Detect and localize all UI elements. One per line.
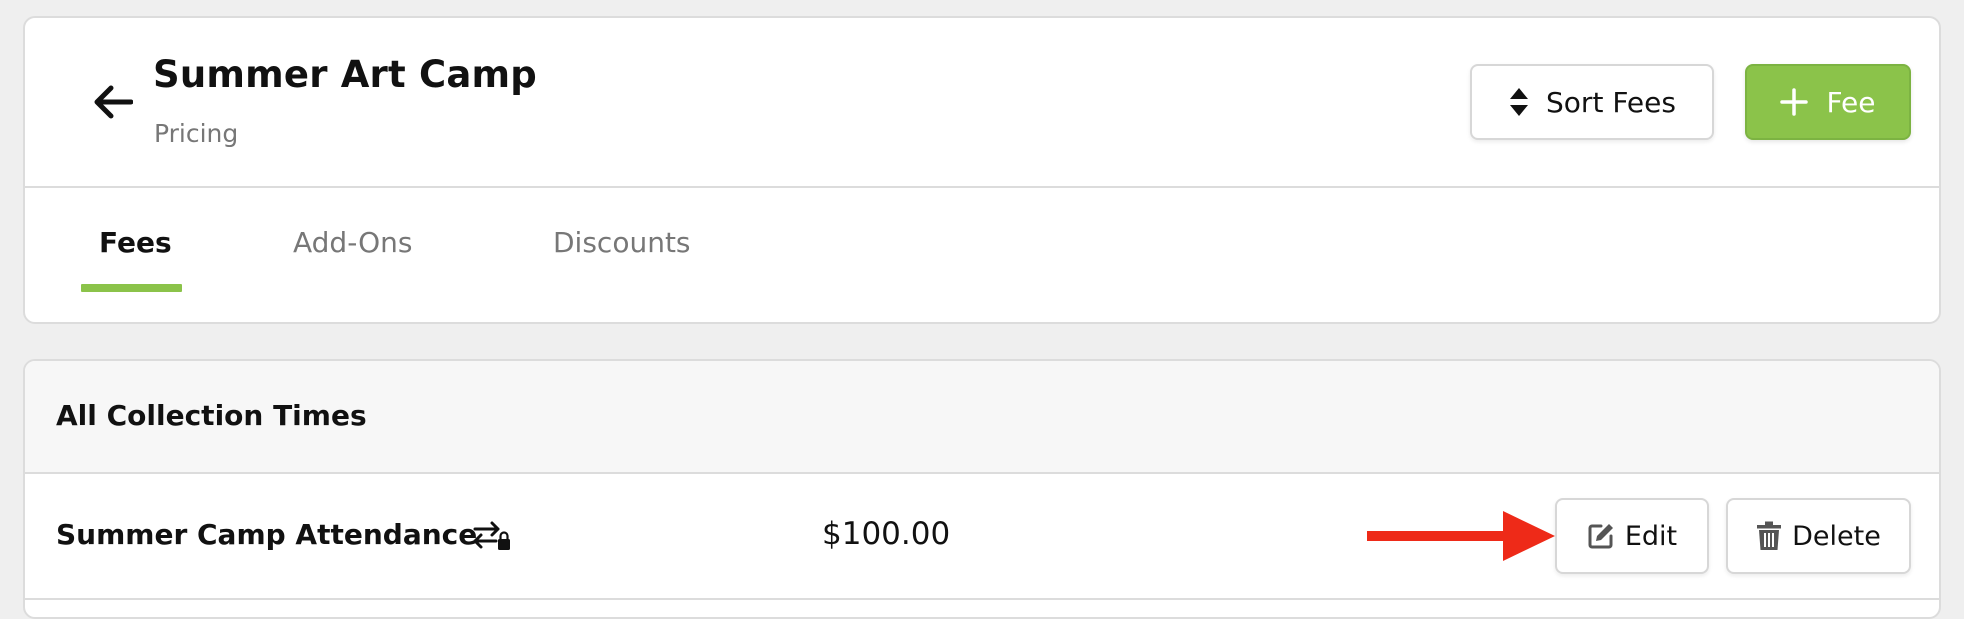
add-fee-button[interactable]: Fee: [1745, 64, 1911, 140]
trash-icon: [1757, 521, 1782, 550]
page-subtitle: Pricing: [154, 119, 239, 148]
header-card: Summer Art Camp Pricing Sort Fees Fee Fe…: [23, 16, 1941, 324]
section-title: All Collection Times: [56, 399, 367, 432]
header-divider: [25, 186, 1939, 188]
delete-label: Delete: [1792, 520, 1881, 552]
edit-button[interactable]: Edit: [1555, 498, 1709, 574]
back-button[interactable]: [85, 74, 141, 130]
arrow-left-icon: [94, 85, 133, 119]
tab-add-ons[interactable]: Add-Ons: [293, 226, 412, 259]
tab-fees[interactable]: Fees: [99, 226, 172, 259]
edit-icon: [1588, 524, 1613, 549]
active-tab-indicator: [81, 284, 182, 292]
fee-price: $100.00: [822, 516, 951, 552]
table-row: Summer Camp Attendance $100.00 Edit Dele…: [25, 474, 1939, 600]
section-header: All Collection Times: [25, 361, 1939, 474]
fees-card: All Collection Times Summer Camp Attenda…: [23, 359, 1941, 619]
red-arrow-pointer: [1367, 511, 1555, 561]
fee-name: Summer Camp Attendance: [56, 518, 478, 551]
delete-button[interactable]: Delete: [1726, 498, 1911, 574]
sort-icon: [1510, 88, 1529, 116]
add-fee-label: Fee: [1826, 85, 1876, 119]
sort-fees-button[interactable]: Sort Fees: [1470, 64, 1714, 140]
sort-fees-label: Sort Fees: [1546, 85, 1676, 119]
edit-label: Edit: [1624, 520, 1678, 552]
locked-transfer-icon: [473, 521, 510, 550]
plus-icon: [1780, 88, 1809, 116]
tab-discounts[interactable]: Discounts: [553, 226, 691, 259]
page-title: Summer Art Camp: [153, 53, 537, 96]
